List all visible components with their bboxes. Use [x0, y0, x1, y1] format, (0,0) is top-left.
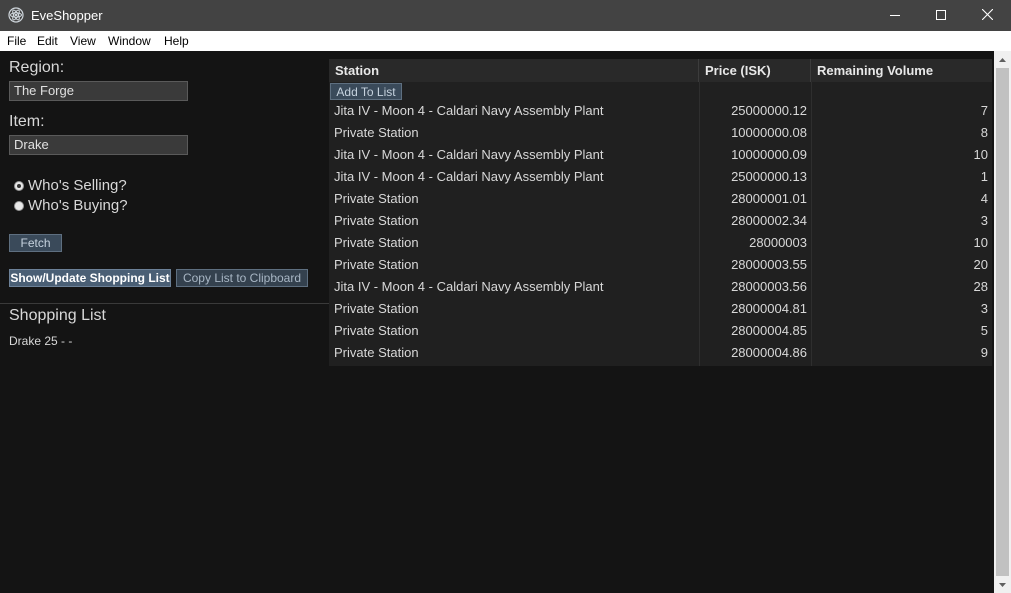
menu-view[interactable]: View — [70, 34, 96, 48]
cell-price: 28000001.01 — [731, 191, 807, 206]
app-icon — [8, 7, 24, 23]
close-button[interactable] — [964, 0, 1010, 31]
table-row[interactable]: Private Station 28000004.85 5 — [329, 320, 992, 342]
cell-station: Private Station — [334, 301, 419, 316]
cell-station: Private Station — [334, 191, 419, 206]
cell-price: 28000003 — [749, 235, 807, 250]
radio-selling[interactable]: Who's Selling? — [14, 177, 127, 194]
radio-buying-label: Who's Buying? — [28, 197, 128, 214]
table-row[interactable]: Jita IV - Moon 4 - Caldari Navy Assembly… — [329, 276, 992, 298]
scroll-thumb[interactable] — [996, 68, 1009, 576]
results-table: Station Price (ISK) Remaining Volume Add… — [329, 59, 992, 366]
menu-bar: File Edit View Window Help — [0, 31, 1011, 51]
cell-price: 28000003.55 — [731, 257, 807, 272]
cell-price: 28000004.86 — [731, 345, 807, 360]
cell-volume: 7 — [980, 103, 988, 118]
cell-volume: 10 — [973, 235, 988, 250]
cell-station: Private Station — [334, 125, 419, 140]
close-icon — [981, 7, 993, 25]
cell-station: Jita IV - Moon 4 - Caldari Navy Assembly… — [334, 279, 604, 294]
maximize-icon — [936, 7, 946, 25]
table-row[interactable]: Private Station 28000004.86 9 — [329, 342, 992, 364]
table-row[interactable]: Private Station 28000004.81 3 — [329, 298, 992, 320]
cell-station: Private Station — [334, 323, 419, 338]
divider — [0, 303, 329, 304]
radio-selling-label: Who's Selling? — [28, 177, 127, 194]
cell-volume: 4 — [980, 191, 988, 206]
maximize-button[interactable] — [918, 0, 964, 31]
cell-station: Jita IV - Moon 4 - Caldari Navy Assembly… — [334, 103, 604, 118]
shopping-list-item: Drake 25 - - — [9, 334, 73, 348]
radio-buying[interactable]: Who's Buying? — [14, 197, 128, 214]
window-title: EveShopper — [31, 8, 103, 23]
menu-help[interactable]: Help — [164, 34, 189, 48]
cell-volume: 10 — [973, 147, 988, 162]
cell-price: 25000000.12 — [731, 103, 807, 118]
table-row[interactable]: Private Station 28000003 10 — [329, 232, 992, 254]
minimize-button[interactable] — [872, 0, 918, 31]
add-to-list-button[interactable]: Add To List — [330, 83, 402, 100]
shopping-list-title: Shopping List — [9, 307, 106, 324]
table-row[interactable]: Jita IV - Moon 4 - Caldari Navy Assembly… — [329, 166, 992, 188]
title-bar: EveShopper — [0, 0, 1011, 31]
cell-volume: 8 — [980, 125, 988, 140]
minimize-icon — [890, 7, 900, 25]
cell-volume: 3 — [980, 213, 988, 228]
cell-volume: 3 — [980, 301, 988, 316]
menu-edit[interactable]: Edit — [37, 34, 58, 48]
menu-window[interactable]: Window — [108, 34, 151, 48]
cell-price: 28000002.34 — [731, 213, 807, 228]
radio-selling-button[interactable] — [14, 180, 24, 191]
header-price[interactable]: Price (ISK) — [699, 59, 811, 82]
scroll-up-icon[interactable] — [994, 51, 1011, 68]
show-update-shopping-list-button[interactable]: Show/Update Shopping List — [9, 269, 171, 287]
menu-file[interactable]: File — [7, 34, 26, 48]
table-row[interactable]: Private Station 28000002.34 3 — [329, 210, 992, 232]
header-volume[interactable]: Remaining Volume — [811, 59, 992, 82]
cell-station: Jita IV - Moon 4 - Caldari Navy Assembly… — [334, 147, 604, 162]
vertical-scrollbar[interactable] — [994, 51, 1011, 593]
region-label: Region: — [9, 59, 65, 76]
cell-price: 28000004.81 — [731, 301, 807, 316]
fetch-button[interactable]: Fetch — [9, 234, 62, 252]
cell-volume: 28 — [973, 279, 988, 294]
cell-station: Private Station — [334, 257, 419, 272]
header-station[interactable]: Station — [329, 59, 699, 82]
cell-price: 10000000.09 — [731, 147, 807, 162]
cell-price: 25000000.13 — [731, 169, 807, 184]
item-label: Item: — [9, 113, 45, 130]
table-row[interactable]: Private Station 28000003.55 20 — [329, 254, 992, 276]
cell-price: 10000000.08 — [731, 125, 807, 140]
radio-buying-button[interactable] — [14, 200, 24, 211]
table-row[interactable]: Jita IV - Moon 4 - Caldari Navy Assembly… — [329, 144, 992, 166]
table-row[interactable]: Private Station 10000000.08 8 — [329, 122, 992, 144]
table-row[interactable]: Jita IV - Moon 4 - Caldari Navy Assembly… — [329, 100, 992, 122]
cell-volume: 9 — [980, 345, 988, 360]
cell-station: Private Station — [334, 213, 419, 228]
cell-station: Private Station — [334, 345, 419, 360]
table-row[interactable]: Private Station 28000001.01 4 — [329, 188, 992, 210]
cell-price: 28000004.85 — [731, 323, 807, 338]
copy-list-button[interactable]: Copy List to Clipboard — [176, 269, 308, 287]
scroll-down-icon[interactable] — [994, 576, 1011, 593]
cell-price: 28000003.56 — [731, 279, 807, 294]
region-input[interactable]: The Forge — [9, 81, 188, 101]
item-input[interactable]: Drake — [9, 135, 188, 155]
cell-station: Private Station — [334, 235, 419, 250]
cell-volume: 20 — [973, 257, 988, 272]
cell-volume: 5 — [980, 323, 988, 338]
cell-station: Jita IV - Moon 4 - Caldari Navy Assembly… — [334, 169, 604, 184]
cell-volume: 1 — [980, 169, 988, 184]
main-content: Region: The Forge Item: Drake Who's Sell… — [0, 51, 994, 593]
